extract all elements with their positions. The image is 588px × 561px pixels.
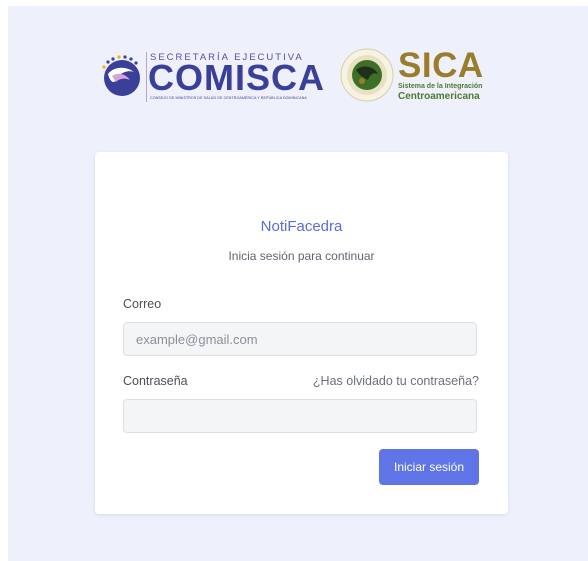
sica-wordmark: SICA: [398, 46, 484, 85]
login-button[interactable]: Iniciar sesión: [379, 449, 479, 485]
email-field[interactable]: [123, 322, 477, 356]
header-logos: SECRETARÍA EJECUTIVA COMISCA CONSEJO DE …: [96, 46, 496, 106]
password-label: Contraseña: [123, 374, 188, 388]
sica-subtitle-line1: Sistema de la Integración: [398, 83, 483, 90]
sica-seal-icon: [340, 48, 394, 102]
login-card: NotiFacedra Inicia sesión para continuar…: [95, 152, 508, 514]
email-label: Correo: [123, 297, 162, 311]
sica-subtitle-line2: Centroamericana: [398, 91, 480, 102]
forgot-password-link[interactable]: ¿Has olvidado tu contraseña?: [313, 374, 479, 388]
logo-divider: [146, 52, 147, 102]
login-subtitle: Inicia sesión para continuar: [228, 249, 375, 263]
comisca-wordmark: COMISCA: [148, 57, 325, 98]
app-title: NotiFacedra: [260, 218, 343, 235]
comisca-logo: SECRETARÍA EJECUTIVA COMISCA CONSEJO DE …: [96, 46, 324, 106]
comisca-tagline: CONSEJO DE MINISTROS DE SALUD DE CENTROA…: [150, 96, 307, 100]
comisca-emblem-icon: [102, 55, 140, 96]
sica-logo: SICA Sistema de la Integración Centroame…: [340, 48, 500, 108]
password-field[interactable]: [123, 399, 477, 433]
